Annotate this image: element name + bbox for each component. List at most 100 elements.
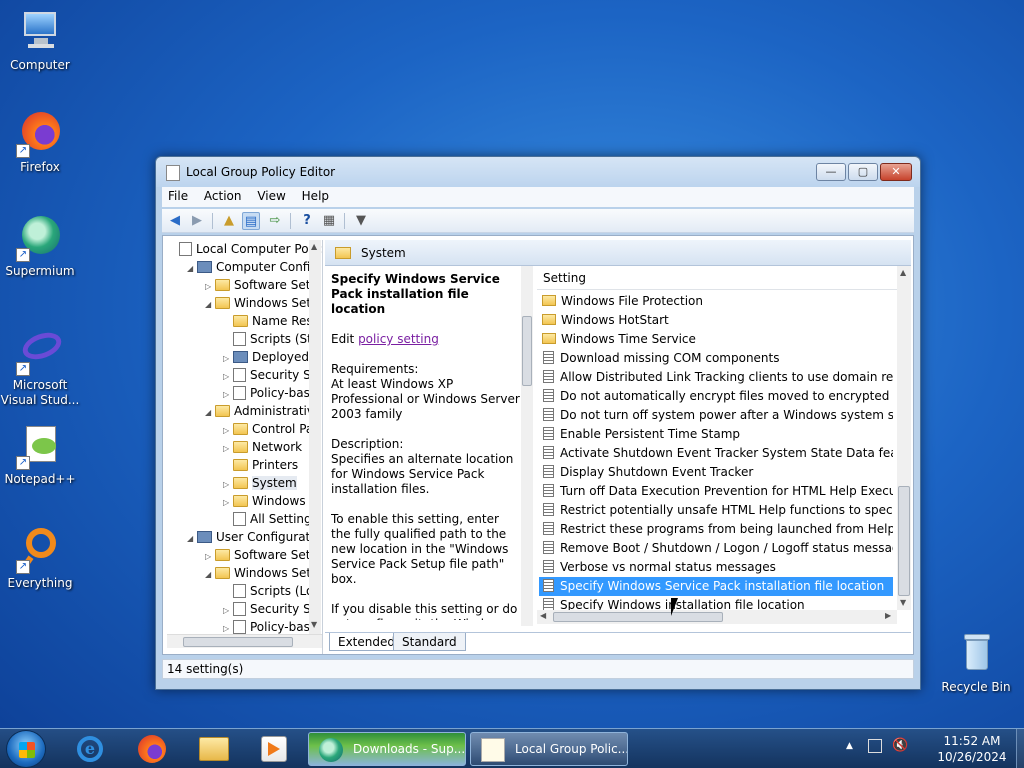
policy-setting-row[interactable]: Remove Boot / Shutdown / Logon / Logoff … <box>539 539 893 558</box>
clock-time: 11:52 AM <box>943 734 1001 748</box>
tree-node[interactable]: All Setting <box>223 510 322 528</box>
policy-setting-row[interactable]: Turn off Data Execution Prevention for H… <box>539 482 893 501</box>
description-scrollbar[interactable] <box>521 266 533 626</box>
tree-node[interactable]: Printers <box>223 456 322 474</box>
close-button[interactable]: ✕ <box>880 163 912 181</box>
tree-node[interactable]: ▷ Control Pa <box>223 420 322 438</box>
policy-setting-row[interactable]: Display Shutdown Event Tracker <box>539 463 893 482</box>
row-label: Windows Time Service <box>561 332 696 346</box>
filter-icon[interactable]: ▼ <box>352 212 370 230</box>
menu-file[interactable]: File <box>162 187 194 205</box>
start-button[interactable] <box>6 730 46 768</box>
tree-node[interactable]: ◢ Windows Sett <box>205 564 322 584</box>
taskbar-pin-explorer[interactable] <box>190 732 238 766</box>
setting-column-header[interactable]: Setting <box>537 266 897 290</box>
collapse-arrow-icon[interactable]: ◢ <box>187 260 197 278</box>
tree-node[interactable]: Name Res <box>223 312 322 330</box>
tree-node[interactable]: ◢ Administrativ <box>205 402 322 422</box>
properties-icon[interactable]: ▦ <box>320 212 338 230</box>
list-horizontal-scrollbar[interactable]: ◀ ▶ <box>537 610 897 624</box>
tree-node[interactable]: ◢ User Configuration <box>187 528 322 548</box>
scrollbar-thumb[interactable] <box>183 637 293 647</box>
back-icon[interactable]: ◀ <box>166 212 184 230</box>
policy-setting-row[interactable]: Allow Distributed Link Tracking clients … <box>539 368 893 387</box>
taskbar-task-group-policy[interactable]: Local Group Polic... <box>470 732 628 766</box>
volume-muted-icon[interactable]: 🔇 <box>892 738 908 753</box>
policy-setting-row[interactable]: Verbose vs normal status messages <box>539 558 893 577</box>
tree-node[interactable]: Scripts (Lo <box>223 582 322 600</box>
tree-node[interactable]: ▷ Software Setti <box>205 546 322 564</box>
taskbar-task-supermium-downloads[interactable]: Downloads - Sup... <box>308 732 466 766</box>
row-label: Download missing COM components <box>560 351 780 365</box>
desktop-icon-visual-studio[interactable]: ↗ Microsoft Visual Stud... <box>0 327 80 408</box>
scroll-down-arrow-icon[interactable]: ▼ <box>900 598 906 607</box>
tab-standard[interactable]: Standard <box>393 633 466 651</box>
scrollbar-thumb[interactable] <box>553 612 723 622</box>
taskbar-pin-internet-explorer[interactable]: e <box>66 732 114 766</box>
row-label: Specify Windows Service Pack installatio… <box>560 579 885 593</box>
help-icon[interactable]: ? <box>298 212 316 230</box>
desktop-icon-supermium[interactable]: ↗ Supermium <box>0 214 80 279</box>
desktop-icon-everything[interactable]: ↗ Everything <box>0 526 80 591</box>
menu-view[interactable]: View <box>251 187 291 205</box>
desktop-icon-notepad-plus-plus[interactable]: ↗ Notepad++ <box>0 422 80 487</box>
scroll-right-arrow-icon[interactable]: ▶ <box>885 611 891 620</box>
desktop-icon-firefox[interactable]: ↗ Firefox <box>0 110 80 175</box>
maximize-button[interactable]: ▢ <box>848 163 878 181</box>
policy-setting-row[interactable]: Restrict potentially unsafe HTML Help fu… <box>539 501 893 520</box>
scroll-up-arrow-icon[interactable]: ▲ <box>311 242 317 251</box>
policy-setting-link[interactable]: policy setting <box>358 332 439 346</box>
policy-setting-row[interactable]: Specify Windows Service Pack installatio… <box>539 577 893 596</box>
tree-node[interactable]: ▷ Network <box>223 438 322 456</box>
desktop-icon-computer[interactable]: Computer <box>0 8 80 73</box>
policy-setting-row[interactable]: Activate Shutdown Event Tracker System S… <box>539 444 893 463</box>
policy-setting-row[interactable]: Restrict these programs from being launc… <box>539 520 893 539</box>
group-policy-app-icon <box>166 165 180 181</box>
tree-node[interactable]: ◢ Computer Config <box>187 258 322 278</box>
network-icon[interactable] <box>868 739 882 753</box>
show-desktop-button[interactable] <box>1016 729 1024 768</box>
list-vertical-scrollbar[interactable]: ▲ ▼ <box>897 266 911 610</box>
tree-horizontal-scrollbar[interactable] <box>167 634 322 648</box>
collapse-arrow-icon[interactable]: ◢ <box>205 404 215 422</box>
show-hide-tree-icon[interactable]: ▤ <box>242 212 260 230</box>
scroll-up-arrow-icon[interactable]: ▲ <box>900 268 906 277</box>
tree-node[interactable]: ▷ System <box>223 474 322 492</box>
settings-folder-row[interactable]: Windows HotStart <box>539 311 893 330</box>
scroll-left-arrow-icon[interactable]: ◀ <box>540 611 546 620</box>
tree-node[interactable]: Local Computer Polic <box>169 240 322 258</box>
scrollbar-thumb[interactable] <box>522 316 532 386</box>
policy-setting-row[interactable]: Enable Persistent Time Stamp <box>539 425 893 444</box>
forward-icon[interactable]: ▶ <box>188 212 206 230</box>
tree-node[interactable]: Scripts (Sta <box>223 330 322 348</box>
menu-help[interactable]: Help <box>296 187 335 205</box>
tree-node[interactable]: ▷ Software Setti <box>205 276 322 294</box>
scrollbar-thumb[interactable] <box>898 486 910 596</box>
tree-node[interactable]: ▷ Windows C <box>223 492 322 510</box>
tree-node[interactable]: ◢ Windows Sett <box>205 294 322 314</box>
settings-folder-row[interactable]: Windows Time Service <box>539 330 893 349</box>
tree-node[interactable]: ▷ Security S <box>223 366 322 384</box>
show-hidden-icons-button[interactable]: ▲ <box>846 741 853 751</box>
up-folder-icon[interactable]: ▲ <box>220 212 238 230</box>
menu-action[interactable]: Action <box>198 187 248 205</box>
policy-setting-row[interactable]: Do not automatically encrypt files moved… <box>539 387 893 406</box>
tree-node[interactable]: ▷ Policy-bas <box>223 384 322 402</box>
system-clock[interactable]: 11:52 AM 10/26/2024 <box>930 733 1014 765</box>
minimize-button[interactable]: — <box>816 163 846 181</box>
collapse-arrow-icon[interactable]: ◢ <box>205 296 215 314</box>
desktop-icon-recycle-bin[interactable]: Recycle Bin <box>936 630 1016 695</box>
export-list-icon[interactable]: ⇨ <box>266 212 284 230</box>
tree-node[interactable]: ▷ Security Se <box>223 600 322 618</box>
policy-setting-row[interactable]: Do not turn off system power after a Win… <box>539 406 893 425</box>
taskbar-pin-media-player[interactable] <box>250 732 298 766</box>
scroll-down-arrow-icon[interactable]: ▼ <box>311 620 317 629</box>
settings-folder-row[interactable]: Windows File Protection <box>539 292 893 311</box>
tree-node[interactable]: ▷ Deployed <box>223 348 322 366</box>
tree-vertical-scrollbar[interactable]: ▲ ▼ <box>309 240 321 634</box>
collapse-arrow-icon[interactable]: ◢ <box>205 566 215 584</box>
window-titlebar[interactable]: Local Group Policy Editor — ▢ ✕ <box>156 157 920 187</box>
taskbar-pin-firefox[interactable] <box>128 732 176 766</box>
collapse-arrow-icon[interactable]: ◢ <box>187 530 197 548</box>
policy-setting-row[interactable]: Download missing COM components <box>539 349 893 368</box>
